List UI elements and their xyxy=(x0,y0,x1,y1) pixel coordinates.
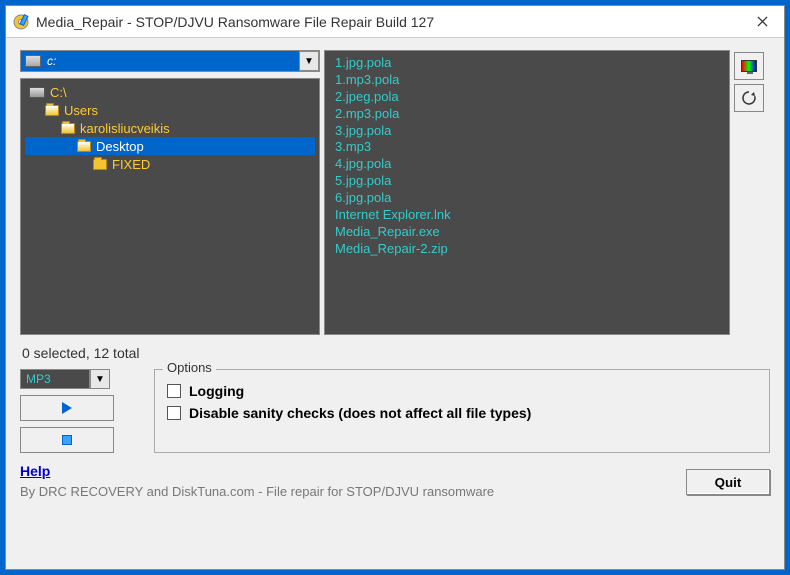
file-item[interactable]: 1.jpg.pola xyxy=(335,55,719,72)
file-item[interactable]: Internet Explorer.lnk xyxy=(335,207,719,224)
file-item[interactable]: 5.jpg.pola xyxy=(335,173,719,190)
content-area: c: ▼ C:\ Users karolisliucveikis Desktop FIX… xyxy=(6,38,784,569)
file-item[interactable]: Media_Repair-2.zip xyxy=(335,241,719,258)
top-area: c: ▼ C:\ Users karolisliucveikis Desktop FIX… xyxy=(20,50,770,335)
file-item[interactable]: 2.mp3.pola xyxy=(335,106,719,123)
app-icon xyxy=(12,13,30,31)
right-column xyxy=(734,50,770,335)
tree-item[interactable]: Users xyxy=(25,101,315,119)
window-title: Media_Repair - STOP/DJVU Ransomware File… xyxy=(36,14,746,30)
palette-button[interactable] xyxy=(734,52,764,80)
refresh-button[interactable] xyxy=(734,84,764,112)
file-item[interactable]: 6.jpg.pola xyxy=(335,190,719,207)
app-window: Media_Repair - STOP/DJVU Ransomware File… xyxy=(5,5,785,570)
footer: Help By DRC RECOVERY and DiskTuna.com - … xyxy=(20,463,770,501)
tree-item-label: karolisliucveikis xyxy=(80,121,170,136)
sanity-label: Disable sanity checks (does not affect a… xyxy=(189,405,531,421)
tree-item-label: Users xyxy=(64,103,98,118)
credits-text: By DRC RECOVERY and DiskTuna.com - File … xyxy=(20,484,494,499)
monitor-icon xyxy=(741,60,757,72)
close-button[interactable] xyxy=(746,10,778,34)
stop-icon xyxy=(62,435,72,445)
play-button[interactable] xyxy=(20,395,114,421)
stop-button[interactable] xyxy=(20,427,114,453)
logging-label: Logging xyxy=(189,383,244,399)
drive-select[interactable]: c: ▼ xyxy=(20,50,320,72)
options-legend: Options xyxy=(163,360,216,375)
file-item[interactable]: Media_Repair.exe xyxy=(335,224,719,241)
tree-item-label: Desktop xyxy=(96,139,144,154)
tree-item[interactable]: Desktop xyxy=(25,137,315,155)
tree-item[interactable]: FIXED xyxy=(25,155,315,173)
bottom-area: MP3 ▼ Options Logging Disable sa xyxy=(20,369,770,453)
tree-item-label: FIXED xyxy=(112,157,150,172)
tree-item[interactable]: C:\ xyxy=(25,83,315,101)
left-controls: MP3 ▼ xyxy=(20,369,140,453)
footer-left: Help By DRC RECOVERY and DiskTuna.com - … xyxy=(20,463,676,501)
folder-icon xyxy=(93,159,107,170)
filetype-select[interactable]: MP3 ▼ xyxy=(20,369,110,389)
folder-icon xyxy=(77,141,91,152)
filetype-dropdown-button[interactable]: ▼ xyxy=(90,369,110,389)
filetype-value: MP3 xyxy=(20,369,90,389)
logging-checkbox[interactable] xyxy=(167,384,181,398)
drive-icon xyxy=(25,55,41,67)
folder-tree[interactable]: C:\ Users karolisliucveikis Desktop FIXED xyxy=(20,78,320,335)
folder-icon xyxy=(45,105,59,116)
folder-icon xyxy=(61,123,75,134)
file-item[interactable]: 4.jpg.pola xyxy=(335,156,719,173)
drive-icon xyxy=(29,87,45,98)
left-column: c: ▼ C:\ Users karolisliucveikis Desktop FIX… xyxy=(20,50,320,335)
help-link[interactable]: Help xyxy=(20,463,50,479)
sanity-checkbox[interactable] xyxy=(167,406,181,420)
quit-button[interactable]: Quit xyxy=(686,469,770,495)
tree-item[interactable]: karolisliucveikis xyxy=(25,119,315,137)
play-icon xyxy=(62,402,72,414)
file-list[interactable]: 1.jpg.pola1.mp3.pola2.jpeg.pola2.mp3.pol… xyxy=(324,50,730,335)
logging-checkbox-row[interactable]: Logging xyxy=(167,380,757,402)
sanity-checkbox-row[interactable]: Disable sanity checks (does not affect a… xyxy=(167,402,757,424)
file-item[interactable]: 1.mp3.pola xyxy=(335,72,719,89)
file-item[interactable]: 2.jpeg.pola xyxy=(335,89,719,106)
mid-column: 1.jpg.pola1.mp3.pola2.jpeg.pola2.mp3.pol… xyxy=(324,50,730,335)
selection-status: 0 selected, 12 total xyxy=(20,335,770,365)
file-item[interactable]: 3.jpg.pola xyxy=(335,123,719,140)
drive-label: c: xyxy=(47,54,299,68)
title-bar: Media_Repair - STOP/DJVU Ransomware File… xyxy=(6,6,784,38)
options-group: Options Logging Disable sanity checks (d… xyxy=(154,369,770,453)
file-item[interactable]: 3.mp3 xyxy=(335,139,719,156)
drive-dropdown-button[interactable]: ▼ xyxy=(299,51,319,71)
tree-item-label: C:\ xyxy=(50,85,67,100)
